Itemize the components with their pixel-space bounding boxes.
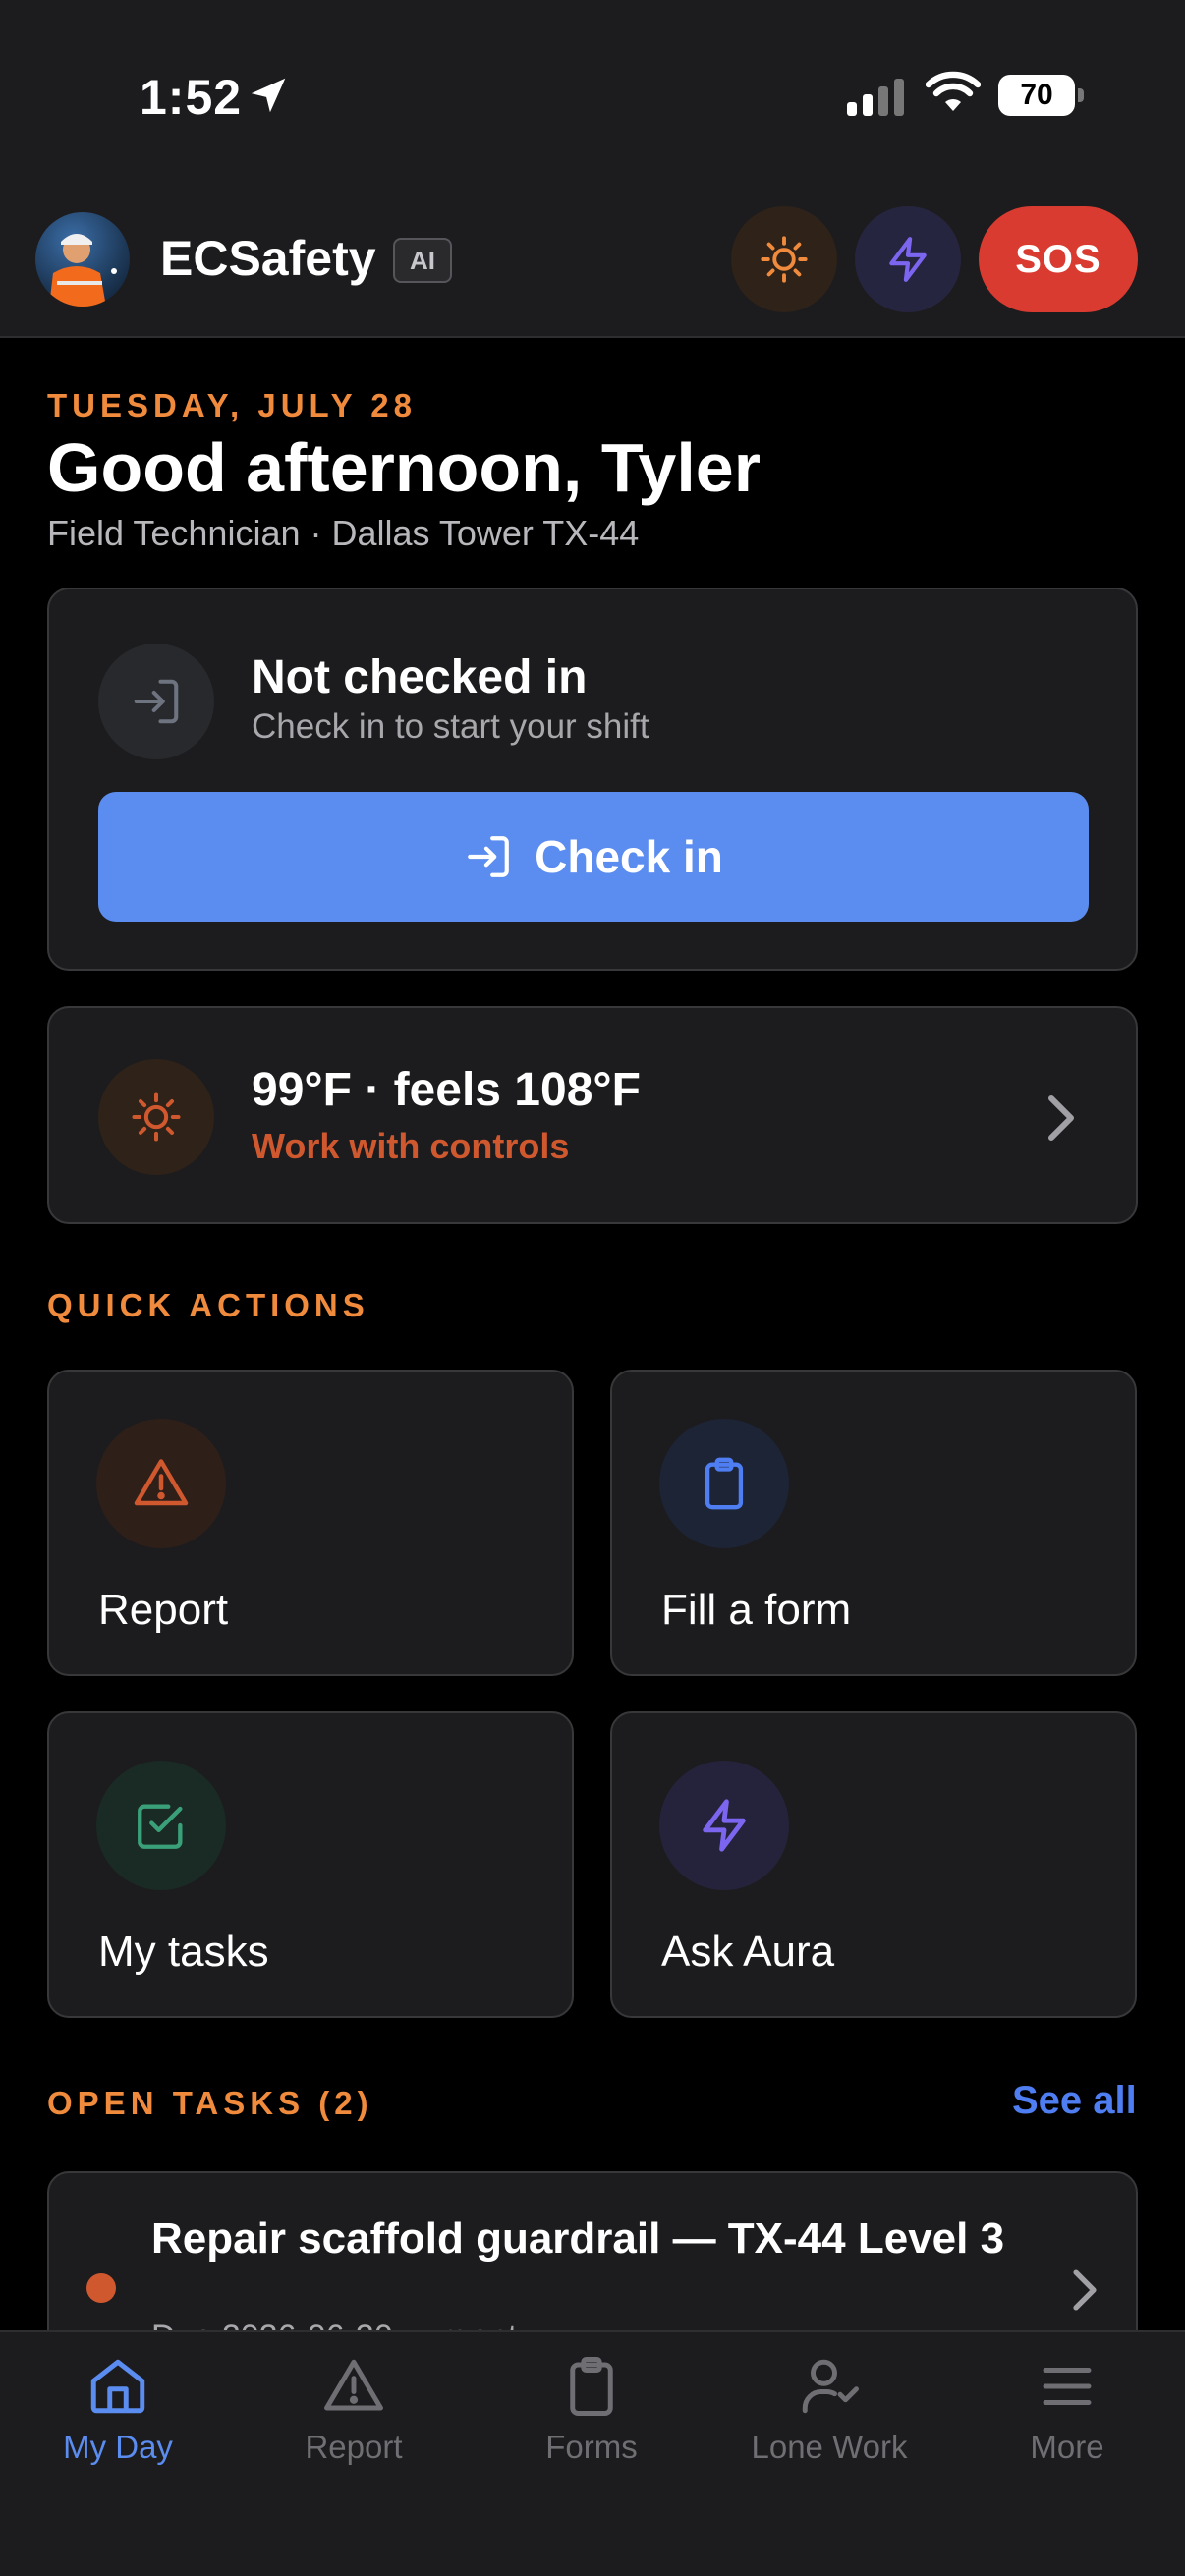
avatar[interactable] (35, 212, 130, 307)
wifi-icon (926, 71, 981, 111)
top-header: 1:52 70 ECSafety AI SOS (0, 0, 1185, 338)
checkin-status-title: Not checked in (252, 651, 588, 703)
see-all-link[interactable]: See all (1012, 2079, 1137, 2123)
quick-action-label: Ask Aura (661, 1928, 835, 1976)
lightning-icon (889, 237, 927, 282)
tab-report[interactable]: Report (236, 2354, 472, 2492)
battery-indicator: 70 (998, 75, 1085, 116)
tab-label: Report (305, 2429, 403, 2465)
quick-action-my-tasks[interactable]: My tasks (47, 1711, 574, 2018)
sun-icon (132, 1092, 181, 1142)
weather-card[interactable]: 99°F · feels 108°F Work with controls (47, 1006, 1138, 1224)
heat-status-button[interactable] (731, 206, 837, 312)
cellular-signal-icon (847, 79, 904, 116)
weather-icon-wrap (98, 1059, 214, 1175)
tab-my-day[interactable]: My Day (0, 2354, 236, 2492)
tab-label: Lone Work (751, 2429, 908, 2465)
tab-more[interactable]: More (949, 2354, 1185, 2492)
bottom-tab-bar: My Day Report Forms Lone Work More (0, 2330, 1185, 2576)
report-icon-wrap (96, 1419, 226, 1548)
aura-icon-wrap (659, 1761, 789, 1890)
menu-icon (1043, 2368, 1092, 2405)
sun-icon (761, 236, 808, 283)
sign-in-icon (468, 836, 509, 877)
weather-temperature: 99°F · feels 108°F (252, 1064, 641, 1116)
priority-dot (86, 2273, 116, 2303)
home-icon (90, 2359, 145, 2414)
task-title: Repair scaffold guardrail — TX-44 Level … (151, 2214, 1005, 2263)
warning-triangle-icon (134, 1459, 189, 1506)
chevron-right-icon (1073, 2269, 1097, 2311)
ai-assistant-button[interactable] (855, 206, 961, 312)
quick-action-ask-aura[interactable]: Ask Aura (610, 1711, 1137, 2018)
warning-triangle-icon (324, 2359, 383, 2411)
open-tasks-heading: OPEN TASKS (2) (47, 2085, 373, 2121)
date-label: TUESDAY, JULY 28 (47, 387, 417, 423)
checkin-status-subtitle: Check in to start your shift (252, 707, 649, 746)
checkbox-icon (138, 1804, 183, 1849)
avatar-photo-icon (49, 234, 117, 307)
quick-action-label: Fill a form (661, 1586, 852, 1634)
tab-label: My Day (63, 2429, 173, 2465)
battery-nub (1078, 88, 1084, 102)
greeting-title: Good afternoon, Tyler (47, 429, 761, 506)
clipboard-icon (570, 2357, 613, 2416)
checkin-button-label: Check in (535, 831, 723, 882)
tab-forms[interactable]: Forms (474, 2354, 709, 2492)
quick-actions-heading: QUICK ACTIONS (47, 1287, 369, 1323)
battery-level: 70 (998, 75, 1075, 116)
quick-action-report[interactable]: Report (47, 1370, 574, 1676)
quick-action-fill-form[interactable]: Fill a form (610, 1370, 1137, 1676)
lightning-icon (703, 1799, 746, 1852)
form-icon-wrap (659, 1419, 789, 1548)
chevron-right-icon (1048, 1095, 1074, 1141)
checkin-status-icon-wrap (98, 644, 214, 759)
app-title: ECSafety (160, 231, 376, 286)
quick-action-label: Report (98, 1586, 229, 1634)
ai-badge: AI (393, 238, 452, 283)
heat-advisory: Work with controls (252, 1126, 570, 1166)
checkin-card: Not checked in Check in to start your sh… (47, 588, 1138, 971)
tab-label: Forms (545, 2429, 638, 2465)
checkin-button[interactable]: Check in (98, 792, 1089, 922)
sign-in-icon (134, 679, 179, 724)
tab-label: More (1030, 2429, 1104, 2465)
status-time: 1:52 (140, 70, 243, 125)
location-arrow-icon (251, 78, 286, 113)
sos-button[interactable]: SOS (979, 206, 1138, 312)
tasks-icon-wrap (96, 1761, 226, 1890)
quick-action-label: My tasks (98, 1928, 269, 1976)
clipboard-icon (705, 1457, 744, 1510)
tab-lone-work[interactable]: Lone Work (711, 2354, 947, 2492)
role-location: Field Technician · Dallas Tower TX-44 (47, 513, 640, 553)
user-check-icon (802, 2359, 859, 2414)
